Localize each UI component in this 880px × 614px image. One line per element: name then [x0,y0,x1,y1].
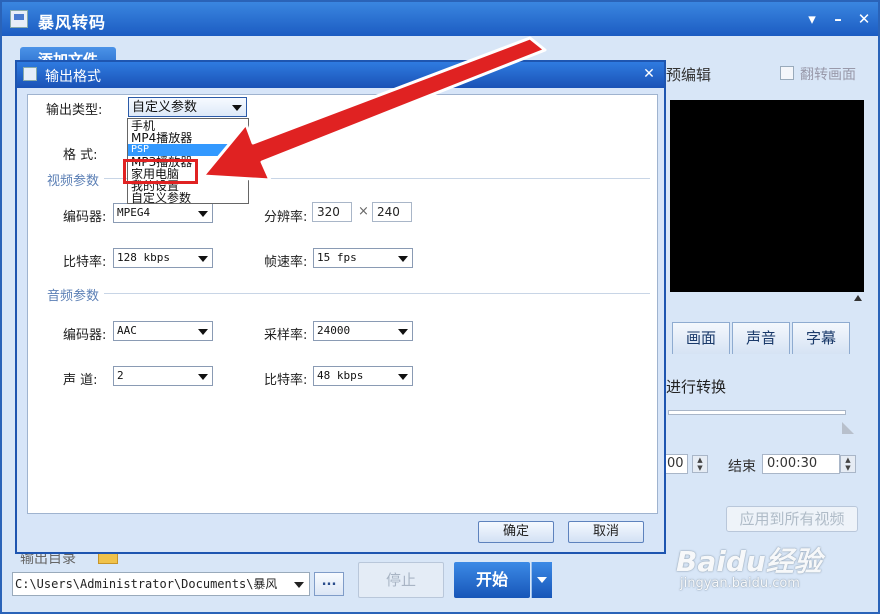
video-preview [670,100,864,292]
browse-button[interactable]: ... [314,572,344,596]
chevron-down-icon [398,374,408,380]
samplerate-select[interactable]: 24000 [313,321,413,341]
dialog-body [27,94,658,514]
audio-bitrate-label: 比特率: [264,373,308,388]
chevron-down-icon [398,256,408,262]
minimize-icon[interactable]: – [828,9,848,29]
video-encoder-select[interactable]: MPEG4 [113,203,213,223]
chevron-down-icon [198,374,208,380]
preview-panel: 预编辑 翻转画面 画面 声音 字幕 进行转换 00 ▲ ▼ 结束 0:00:30 … [662,58,876,538]
watermark-brand: Baidu经验 [676,545,822,578]
dialog-app-icon [23,67,37,81]
tab-subtitle[interactable]: 字幕 [792,322,850,354]
expand-icon[interactable] [854,295,862,301]
dropdown-item-mp4[interactable]: MP4播放器 [128,132,248,144]
annotation-highlight-box [123,159,198,184]
watermark-url: jingyan.baidu.com [680,576,800,591]
dialog-title-bar: 输出格式 ✕ [17,62,664,88]
video-encoder-value: MPEG4 [117,206,151,219]
chevron-down-icon [198,329,208,335]
audio-encoder-select[interactable]: AAC [113,321,213,341]
preview-edit-label: 预编辑 [666,66,712,84]
video-bitrate-select[interactable]: 128 kbps [113,248,213,268]
audio-bitrate-select[interactable]: 48 kbps [313,366,413,386]
tab-picture[interactable]: 画面 [672,322,730,354]
dropdown-item-psp[interactable]: PSP [128,144,248,156]
cancel-button[interactable]: 取消 [568,521,644,543]
video-section-title: 视频参数 [47,174,100,189]
chevron-down-icon [398,329,408,335]
audio-bitrate-value: 48 kbps [317,369,364,382]
stop-button[interactable]: 停止 [358,562,444,598]
ok-button[interactable]: 确定 [478,521,554,543]
start-time-spinner[interactable]: ▲ ▼ [692,455,708,473]
samplerate-label: 采样率: [264,328,308,343]
range-slider[interactable] [668,410,846,415]
audio-section-title: 音频参数 [47,289,100,304]
output-path-field[interactable]: C:\Users\Administrator\Documents\暴风 [12,572,310,596]
flip-label: 翻转画面 [800,67,856,83]
end-time-field[interactable]: 0:00:30 [762,454,840,474]
samplerate-value: 24000 [317,324,351,337]
format-label: 格 式: [63,148,98,163]
tab-sound[interactable]: 声音 [732,322,790,354]
channels-select[interactable]: 2 [113,366,213,386]
channels-label: 声 道: [63,373,98,388]
start-button[interactable]: 开始 [454,562,530,598]
dialog-close-icon[interactable]: ✕ [639,64,659,84]
apply-all-button[interactable]: 应用到所有视频 [726,506,858,532]
audio-section-divider [104,293,650,294]
chevron-down-icon [232,105,242,111]
baidu-watermark: Baidu经验 jingyan.baidu.com [676,540,876,600]
dropdown-item-phone[interactable]: 手机 [128,120,248,132]
video-bitrate-label: 比特率: [63,255,107,270]
res-separator: × [358,204,369,219]
framerate-select[interactable]: 15 fps [313,248,413,268]
audio-encoder-label: 编码器: [63,328,107,343]
channels-value: 2 [117,369,124,382]
resolution-label: 分辨率: [264,210,308,225]
dialog-title: 输出格式 [45,69,101,85]
chevron-down-icon [198,211,208,217]
output-format-dialog: 输出格式 ✕ 确定 取消 [15,60,666,554]
framerate-label: 帧速率: [264,255,308,270]
flip-checkbox[interactable] [780,66,794,80]
chevron-down-icon[interactable] [294,582,304,588]
app-title: 暴风转码 [38,13,107,32]
output-type-value: 自定义参数 [132,99,198,114]
output-type-select[interactable]: 自定义参数 [128,97,247,117]
end-time-spinner[interactable]: ▲ ▼ [840,455,856,473]
close-icon[interactable]: ✕ [854,9,874,29]
framerate-value: 15 fps [317,251,357,264]
dropdown-item-custom[interactable]: 自定义参数 [128,192,248,204]
video-bitrate-value: 128 kbps [117,251,170,264]
end-label: 结束 [728,459,756,475]
main-title-bar: 暴风转码 ▾ – ✕ [2,2,878,36]
start-dropdown-button[interactable] [531,562,552,598]
audio-encoder-value: AAC [117,324,137,337]
output-type-label: 输出类型: [46,103,103,118]
app-icon [10,10,28,28]
video-encoder-label: 编码器: [63,210,107,225]
res-height-field[interactable]: 240 [372,202,412,222]
convert-range-label: 进行转换 [666,378,727,396]
slider-handle[interactable] [842,422,854,434]
res-width-field[interactable]: 320 [312,202,352,222]
menu-icon[interactable]: ▾ [802,9,822,29]
chevron-down-icon [198,256,208,262]
